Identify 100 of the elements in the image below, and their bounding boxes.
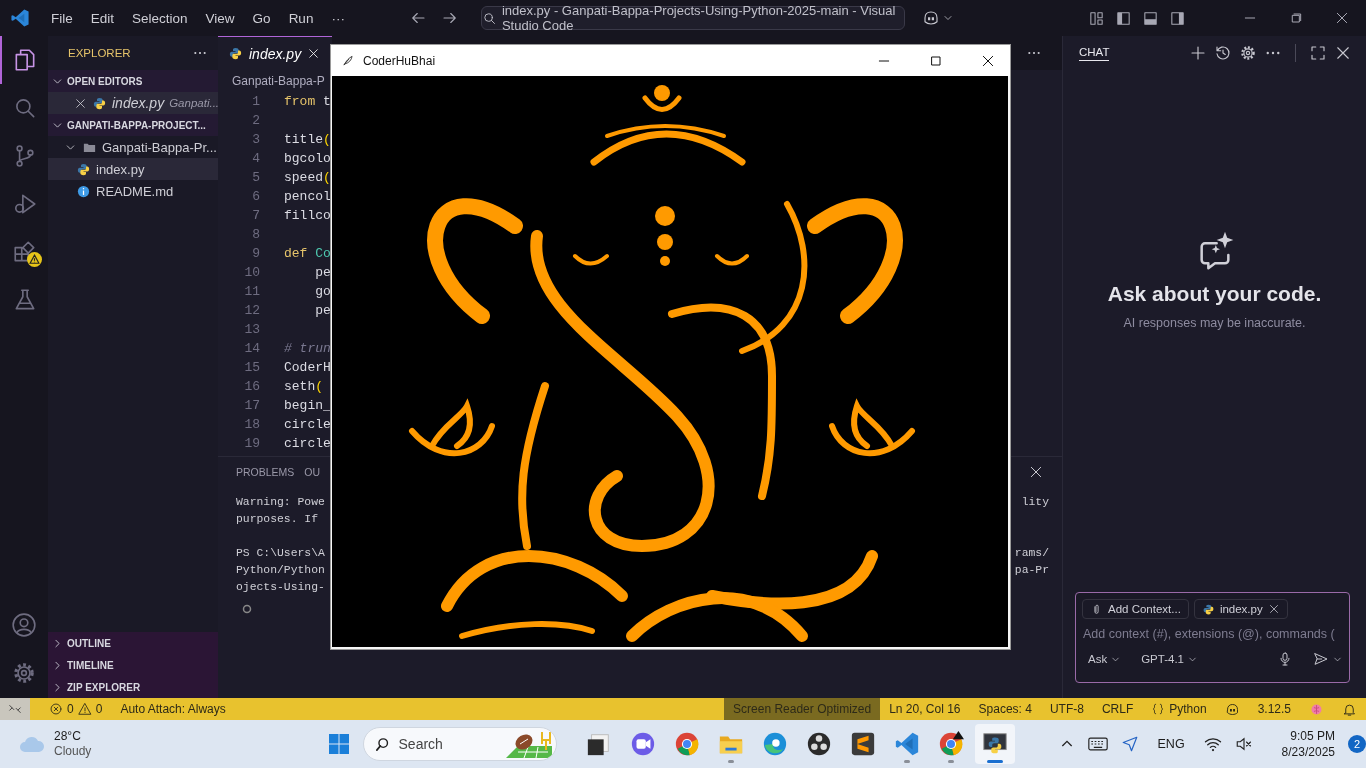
vscode-icon [893, 731, 920, 757]
primary-sidebar-icon[interactable] [1115, 9, 1132, 27]
sidebar-title: EXPLORER [68, 47, 131, 59]
history-icon[interactable] [1214, 44, 1232, 62]
copilot-button[interactable] [922, 9, 954, 27]
code-line: circle [284, 416, 331, 434]
terminal-text: rams/ [1014, 546, 1049, 561]
section-header[interactable]: TIMELINE [48, 654, 218, 676]
terminal-text: ojects-Using- [236, 580, 325, 595]
close-icon[interactable] [1334, 44, 1352, 62]
model-dropdown[interactable]: GPT-4.1 [1135, 653, 1198, 665]
menu-item[interactable]: ··· [322, 6, 354, 30]
menu-item[interactable]: Edit [81, 6, 124, 30]
account-icon[interactable] [11, 612, 37, 638]
section-header[interactable]: OUTLINE [48, 632, 218, 654]
code-line: # trun [284, 340, 331, 358]
context-file-chip[interactable]: index.py [1193, 599, 1288, 619]
close-icon[interactable] [307, 47, 321, 60]
terminal-text: lity [1021, 495, 1049, 510]
status-item[interactable]: Spaces: 4 [969, 698, 1041, 720]
new-chat-icon[interactable] [1189, 44, 1207, 62]
code-line: pencol [284, 188, 331, 206]
line-number: 7 [251, 207, 260, 225]
settings-icon[interactable] [1239, 44, 1257, 62]
copilot-icon[interactable] [1224, 701, 1240, 717]
status-item[interactable]: 3.12.5 [1248, 698, 1300, 720]
section-title: TIMELINE [67, 659, 114, 671]
command-center[interactable]: index.py - Ganpati-Bappa-Projects-Using-Python-2025-main - Visual Studio Code [480, 6, 905, 30]
taskbar-app[interactable] [974, 724, 1015, 764]
line-number: 14 [243, 340, 260, 358]
tree-item[interactable]: Ganpati-Bappa-Pr... [48, 136, 218, 158]
menu-item[interactable]: Run [279, 6, 323, 30]
status-item[interactable]: Ln 20, Col 16 [880, 698, 970, 720]
editor-tab[interactable]: index.py [218, 36, 333, 70]
sublime-text-icon [849, 731, 876, 757]
copilot-icon [922, 9, 940, 27]
section-header[interactable]: OPEN EDITORS [48, 70, 218, 92]
mode-dropdown[interactable]: Ask [1082, 653, 1122, 665]
code-line: begin_ [284, 397, 331, 415]
status-item[interactable]: Auto Attach: Always [111, 698, 235, 720]
close-icon[interactable] [74, 96, 87, 110]
open-editor-item[interactable]: index.py Ganpati... [48, 92, 218, 114]
clock[interactable]: 9:05 PM 8/23/2025 [1281, 728, 1335, 760]
send-icon [1313, 651, 1329, 667]
code-line: pe [314, 264, 331, 282]
section-title: GANPATI-BAPPA-PROJECT... [67, 119, 206, 131]
keyboard-icon[interactable] [1087, 736, 1108, 752]
chat-heading: Ask about your code. [1107, 282, 1322, 306]
section-header[interactable]: GANPATI-BAPPA-PROJECT... [48, 114, 218, 136]
code-line: title( [284, 131, 331, 149]
add-context-button[interactable]: Add Context... [1082, 599, 1189, 619]
line-number: 2 [251, 112, 260, 130]
section-title: ZIP EXPLORER [67, 681, 141, 693]
windows-start-icon[interactable] [326, 732, 351, 756]
line-number: 3 [251, 131, 260, 149]
breadcrumb[interactable]: Ganpati-Bappa-P [218, 70, 325, 92]
chat-tab[interactable]: CHAT [1079, 45, 1110, 61]
close-icon[interactable] [1267, 603, 1280, 615]
code-line: bgcolo [284, 150, 331, 168]
panel-tab[interactable]: PROBLEMS [236, 462, 295, 482]
tree-item[interactable]: index.py [48, 158, 218, 180]
tree-item[interactable]: README.md [48, 180, 218, 202]
menu-item[interactable]: Go [243, 6, 280, 30]
line-number: 16 [243, 378, 260, 396]
section-header[interactable]: ZIP EXPLORER [48, 676, 218, 698]
status-item[interactable]: CRLF [1092, 698, 1143, 720]
terminal-text: Warning: Powe [236, 495, 325, 510]
speaker-muted-icon[interactable] [1234, 736, 1253, 752]
taskbar-search[interactable]: Search [362, 727, 557, 761]
python-file-icon [92, 95, 107, 111]
customize-layout-icon[interactable] [1088, 9, 1105, 27]
bell-icon[interactable] [1342, 701, 1357, 717]
weather-widget[interactable]: 28°C Cloudy [0, 729, 326, 759]
location-arrow-icon[interactable] [1120, 735, 1139, 753]
menu-item[interactable]: File [42, 6, 82, 30]
language-status[interactable]: Python [1142, 698, 1216, 720]
line-number: 1 [251, 93, 260, 111]
chat-input-field[interactable]: Add context (#), extensions (@), commands ( [1082, 627, 1343, 641]
language-indicator[interactable]: ENG [1151, 737, 1191, 751]
close-icon[interactable] [1334, 10, 1350, 26]
chat-subheading: AI responses may be inaccurate. [1123, 316, 1306, 330]
problems-status[interactable]: 0 0 [40, 698, 112, 720]
secondary-sidebar-icon[interactable] [1169, 9, 1186, 27]
line-number: 13 [243, 321, 260, 339]
panel-toggle-icon[interactable] [1142, 9, 1159, 27]
menu-item[interactable]: View [196, 6, 244, 30]
close-icon[interactable] [1028, 464, 1044, 480]
code-line: go [314, 283, 331, 301]
wifi-icon[interactable] [1203, 736, 1222, 752]
status-item[interactable]: UTF-8 [1040, 698, 1093, 720]
section-title: OPEN EDITORS [67, 75, 143, 87]
notification-badge[interactable]: 2 [1348, 735, 1366, 753]
microphone-icon[interactable] [1277, 651, 1293, 667]
menu-item[interactable]: Selection [123, 6, 197, 30]
search-icon [481, 10, 497, 26]
panel-tab[interactable]: OU [304, 462, 321, 482]
terminal-marker-icon [242, 604, 252, 614]
vscode-logo-icon [10, 8, 30, 28]
python-file-icon [1201, 602, 1215, 616]
line-number: 10 [243, 264, 260, 282]
